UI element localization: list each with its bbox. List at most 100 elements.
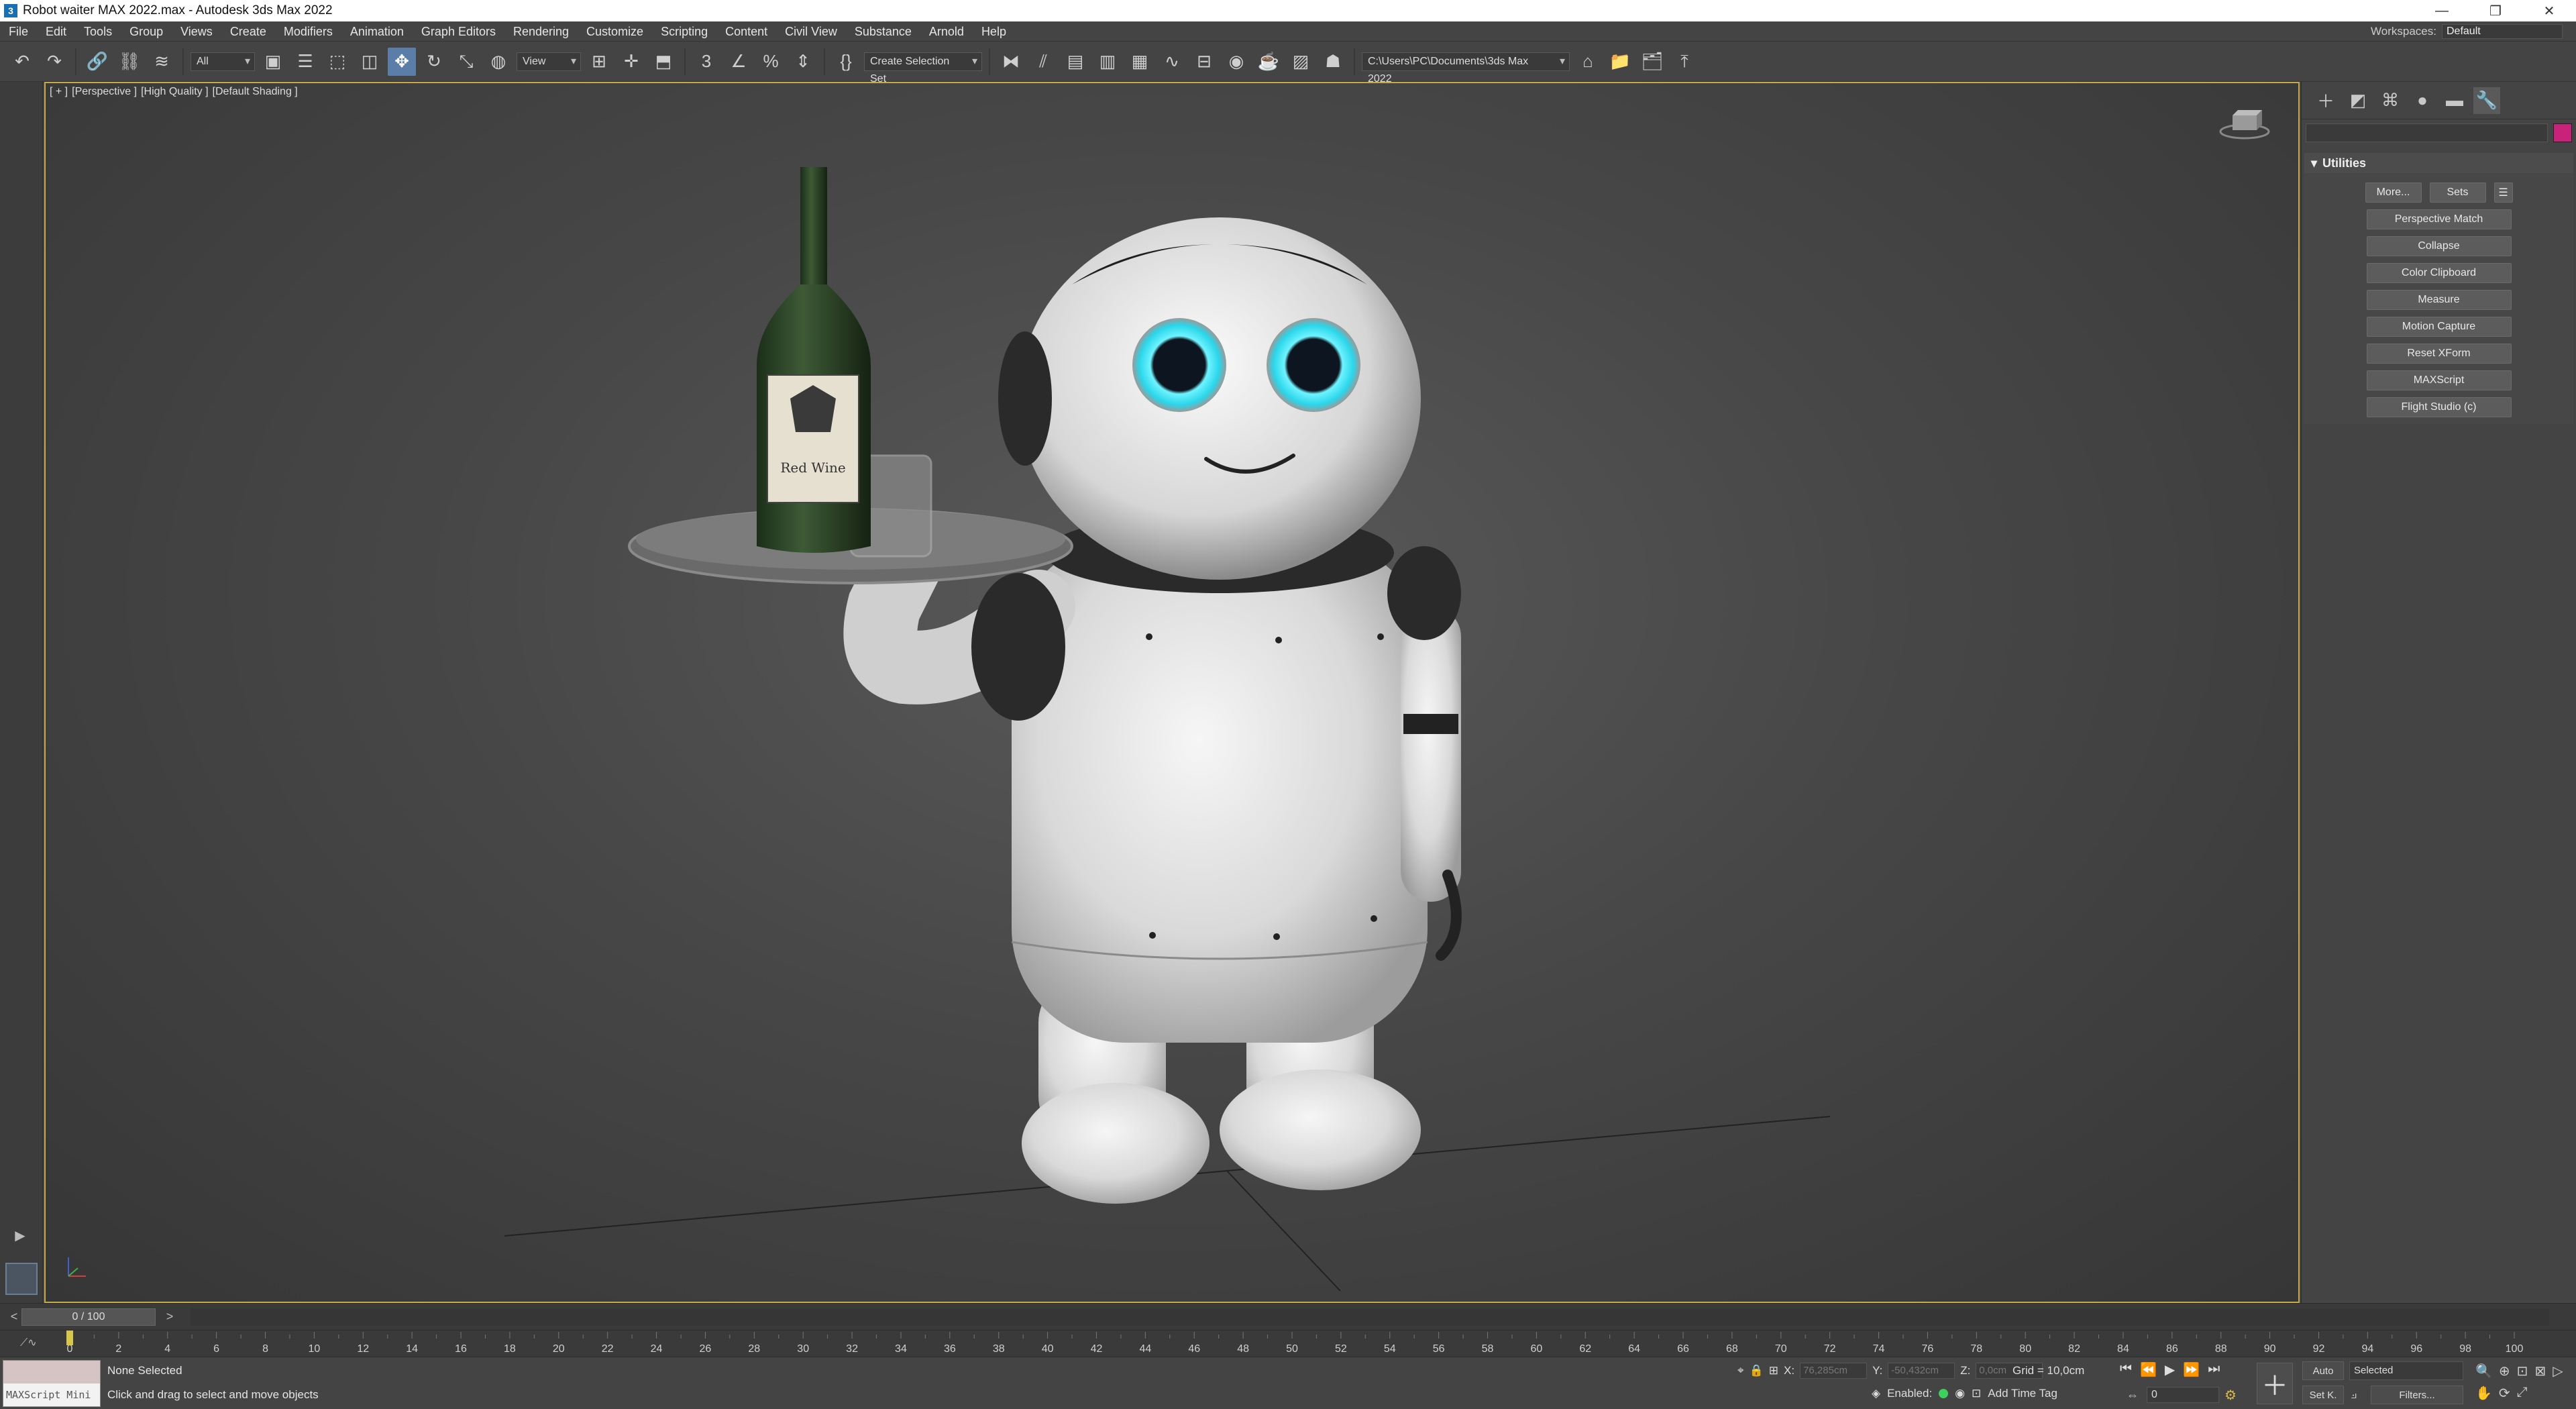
color-clipboard-button[interactable]: Color Clipboard [2366,263,2512,283]
zoom-icon[interactable]: 🔍 [2475,1363,2492,1379]
menu-file[interactable]: File [0,21,37,42]
viewport-general-menu[interactable]: [ + ] [50,86,68,98]
robot-model[interactable] [843,217,1462,1204]
snaps-toggle-icon[interactable]: 3 [692,48,720,76]
set-key-button[interactable]: Set K. [2302,1386,2344,1404]
zoom-extents-icon[interactable]: ⊡ [2517,1363,2528,1379]
key-filter-dropdown[interactable]: Selected [2349,1361,2463,1380]
reset-project-icon[interactable]: ⤒ [1670,48,1699,76]
time-slider-thumb[interactable]: 0 / 100 [21,1308,156,1326]
selection-filter-dropdown[interactable]: All [191,52,255,71]
reference-coordinate-dropdown[interactable]: View [517,52,581,71]
set-key-icon[interactable]: ＋ [2257,1363,2293,1404]
select-manipulate-icon[interactable]: ✛ [617,48,645,76]
zoom-extents-all-icon[interactable]: ⊠ [2534,1363,2546,1379]
next-key-icon[interactable]: ⏩ [2183,1361,2200,1378]
link-icon[interactable]: 🔗 [83,48,111,76]
viewport-shading-menu[interactable]: [Default Shading ] [213,86,298,98]
display-tab-icon[interactable]: ▬ [2441,87,2468,114]
maxscript-mini-input[interactable]: MAXScript Mini [3,1384,100,1406]
utilities-rollout-header[interactable]: ▾ Utilities [2304,153,2573,173]
previous-frame-icon[interactable]: < [7,1308,21,1326]
auto-key-button[interactable]: Auto [2302,1361,2344,1380]
select-and-move-icon[interactable]: ✥ [388,47,416,76]
reset-xform-button[interactable]: Reset XForm [2366,344,2512,364]
current-frame-field[interactable]: 0 [2147,1387,2219,1403]
viewport-layout-thumbnail[interactable] [5,1263,38,1295]
key-mode-icon[interactable]: ⇔ [2127,1388,2139,1402]
render-setup-icon[interactable]: ☕ [1254,48,1283,76]
degradation-options-icon[interactable]: ◉ [1955,1387,1965,1400]
next-frame-icon[interactable]: > [162,1308,177,1326]
maxscript-mini-listener[interactable]: MAXScript Mini [3,1360,101,1407]
modify-tab-icon[interactable]: ◩ [2345,87,2371,114]
menu-tools[interactable]: Tools [75,21,121,42]
play-icon[interactable]: ▶ [2165,1361,2175,1378]
set-project-icon[interactable]: 🗂 [1638,48,1666,76]
scene-explorer-icon[interactable]: ▤ [1061,48,1089,76]
select-and-scale-icon[interactable]: ⤡ [452,48,480,76]
y-coordinate-field[interactable]: -50,432cm [1888,1363,1955,1379]
edit-named-selection-icon[interactable]: {} [832,48,860,76]
pivot-center-icon[interactable]: ⊞ [585,48,613,76]
maximize-viewport-icon[interactable]: ⤢ [2517,1385,2528,1402]
pan-view-icon[interactable]: ✋ [2475,1385,2492,1402]
select-object-icon[interactable]: ▣ [259,48,287,76]
orbit-icon[interactable]: ⟳ [2499,1385,2510,1402]
menu-help[interactable]: Help [973,21,1015,42]
spinner-snap-icon[interactable]: ⇕ [789,48,817,76]
flight-studio-button[interactable]: Flight Studio (c) [2366,397,2512,417]
mirror-icon[interactable]: ⧓ [997,48,1025,76]
create-tab-icon[interactable]: ＋ [2312,87,2339,114]
restore-icon[interactable]: ❐ [2469,0,2522,21]
menu-arnold[interactable]: Arnold [920,21,973,42]
menu-scripting[interactable]: Scripting [652,21,716,42]
align-icon[interactable]: ⫽ [1029,48,1057,76]
menu-group[interactable]: Group [121,21,172,42]
viewport-view-menu[interactable]: [Perspective ] [72,86,137,98]
track-bar[interactable]: ⟋∿ 0 2 4 6 8 10 12 14 16 18 20 22 24 26 28 30 32 34 36 38 40… [0,1330,2576,1357]
viewport-quality-menu[interactable]: [High Quality ] [141,86,208,98]
menu-edit[interactable]: Edit [37,21,75,42]
rect-selection-region-icon[interactable]: ⬚ [323,48,352,76]
object-color-swatch[interactable] [2553,123,2572,142]
menu-substance[interactable]: Substance [846,21,920,42]
isolate-selection-icon[interactable]: ⌖ [1737,1364,1744,1377]
percent-snap-icon[interactable]: % [757,48,785,76]
utilities-tab-icon[interactable]: 🔧 [2473,87,2500,114]
minimize-icon[interactable]: — [2415,0,2469,21]
angle-snap-icon[interactable]: ∠ [724,48,753,76]
bind-spacewarp-icon[interactable]: ≋ [148,48,176,76]
render-production-icon[interactable]: ☗ [1319,48,1347,76]
more-button[interactable]: More... [2365,182,2422,203]
time-slider-track[interactable] [191,1308,2549,1326]
workspaces-dropdown[interactable]: Default [2442,24,2563,39]
field-of-view-icon[interactable]: ▷ [2553,1363,2563,1379]
time-configuration-icon[interactable]: ⚙ [2224,1387,2237,1404]
expand-layout-icon[interactable]: ▶ [11,1226,30,1245]
project-folder-dropdown[interactable]: C:\Users\PC\Documents\3ds Max 2022 [1362,52,1570,85]
x-coordinate-field[interactable]: 76,285cm [1800,1363,1868,1379]
menu-civil-view[interactable]: Civil View [776,21,846,42]
selection-lock-icon[interactable]: 🔒 [1750,1364,1764,1377]
perspective-match-button[interactable]: Perspective Match [2366,209,2512,229]
previous-key-icon[interactable]: ⏪ [2140,1361,2157,1378]
select-and-place-icon[interactable]: ◍ [484,48,513,76]
key-filters-button[interactable]: Filters... [2371,1386,2463,1404]
measure-button[interactable]: Measure [2366,290,2512,310]
adaptive-degradation-icon[interactable]: ◈ [1872,1387,1880,1400]
named-selection-dropdown[interactable]: Create Selection Set [864,52,982,85]
viewcube-icon[interactable] [2218,103,2271,144]
motion-tab-icon[interactable]: ● [2409,87,2436,114]
maxscript-button[interactable]: MAXScript [2366,370,2512,390]
schematic-view-icon[interactable]: ⊟ [1190,48,1218,76]
select-by-name-icon[interactable]: ☰ [291,48,319,76]
key-mode-toggle-icon[interactable]: ⟓ [2351,1387,2357,1402]
time-tag-lock-icon[interactable]: ⊡ [1972,1387,1981,1400]
select-and-rotate-icon[interactable]: ↻ [420,48,448,76]
scene-render[interactable]: Red Wine [46,83,2300,1303]
menu-graph-editors[interactable]: Graph Editors [413,21,504,42]
menu-views[interactable]: Views [172,21,221,42]
menu-create[interactable]: Create [221,21,275,42]
motion-capture-button[interactable]: Motion Capture [2366,317,2512,337]
